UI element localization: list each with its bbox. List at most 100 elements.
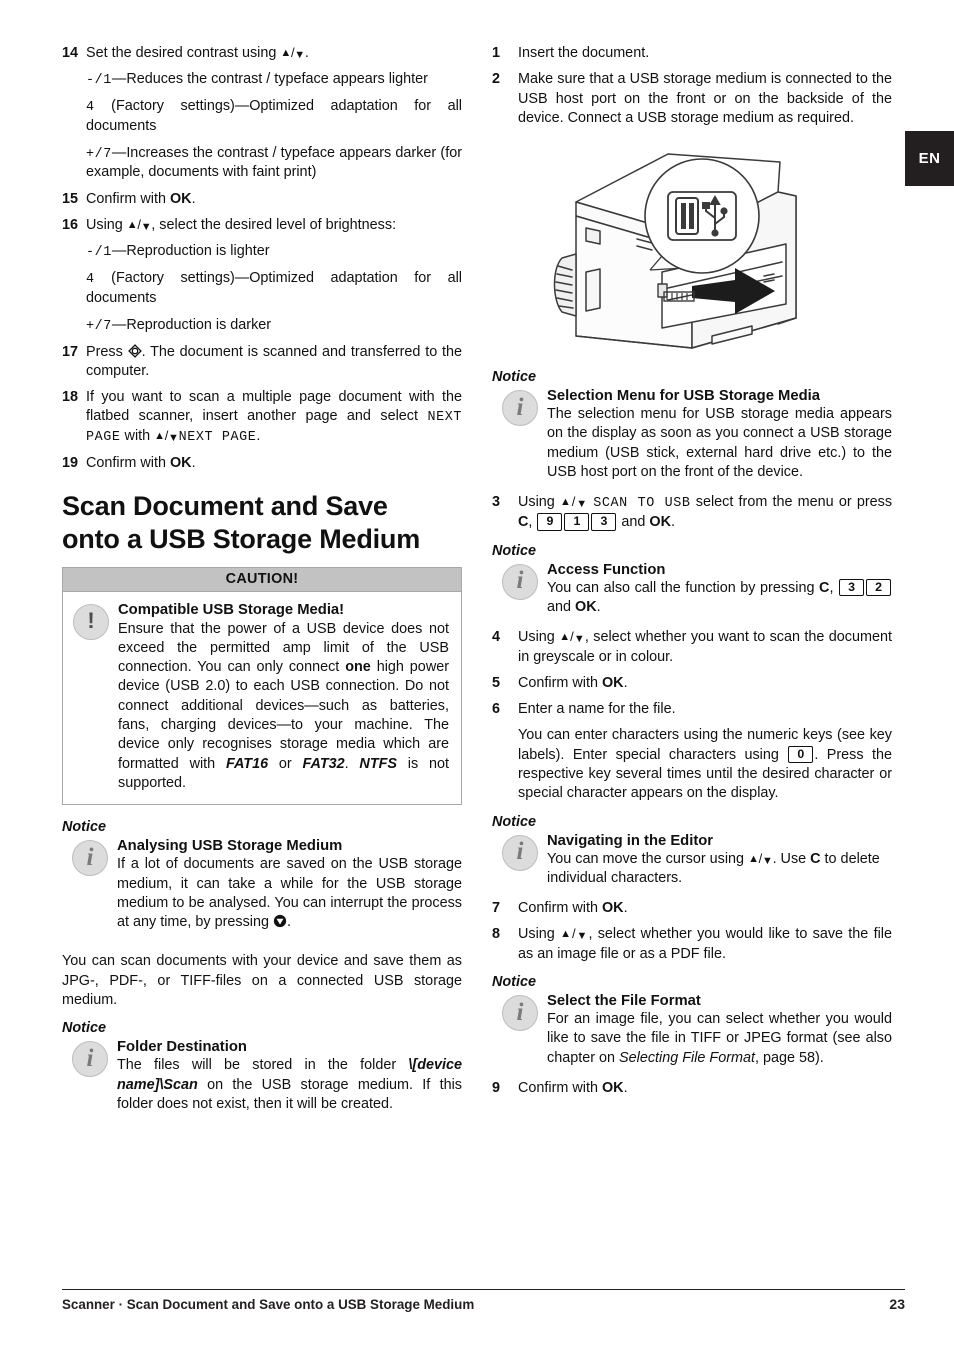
step-2: 2 Make sure that a USB storage medium is…	[492, 70, 892, 128]
step-number: 6	[492, 701, 501, 718]
notice-label: Notice	[492, 369, 536, 386]
warning-icon: !	[73, 603, 109, 640]
step-text-mid: select from the menu or press	[690, 494, 893, 511]
step-text: Press . The document is scanned and tran…	[86, 343, 462, 382]
caution-header: CAUTION!	[62, 566, 462, 591]
step-text-pre: Using	[86, 217, 127, 234]
notice-text-post: .	[596, 598, 601, 615]
page-title-line-2: onto a USB Storage Medium	[62, 524, 421, 555]
step-text-pre: Using	[518, 494, 560, 511]
step-text-pre: Confirm with	[86, 455, 170, 472]
up-down-arrow-icon: ▲/▼	[560, 926, 589, 943]
step-1: 1 Insert the document.	[492, 44, 892, 63]
notice-text: If a lot of documents are saved on the U…	[117, 855, 462, 932]
printer-usb-host-port-diagram	[492, 140, 892, 355]
lcd-value: +/7	[86, 146, 112, 162]
c-button-label: C	[810, 850, 821, 867]
page-footer: Scanner · Scan Document and Save onto a …	[62, 1289, 905, 1312]
info-icon: i	[502, 390, 538, 427]
caution-body: ! Compatible USB Storage Media! Ensure t…	[62, 590, 462, 806]
step-text-post: . The document is scanned and transferre…	[86, 343, 462, 379]
step-text: Insert the document.	[518, 45, 650, 61]
step-text-post: .	[623, 674, 628, 691]
notice-select-file-format: Notice i Select the File Format For an i…	[492, 974, 892, 1068]
option-text: (Factory settings)—Optimized adaptation …	[86, 98, 462, 135]
step-number: 7	[492, 900, 501, 917]
step-text-pre: Set the desired contrast using	[86, 45, 281, 61]
step-text: Set the desired contrast using ▲/▼.	[86, 44, 462, 63]
step-text-post: .	[671, 514, 676, 531]
up-down-arrow-icon: ▲/▼	[559, 629, 585, 646]
notice-content: Folder Destination The files will be sto…	[117, 1039, 462, 1114]
info-glyph: i	[516, 567, 524, 595]
notice-text: You can move the cursor using ▲/▼. Use C…	[547, 850, 892, 889]
step-15: 15 Confirm with OK.	[62, 190, 462, 209]
lcd-value: +/7	[86, 318, 112, 334]
step-text: Confirm with OK.	[518, 1079, 892, 1098]
paragraph-entering-characters: You can enter characters using the numer…	[518, 726, 892, 803]
notice-label: Notice	[492, 974, 536, 991]
step-text: Enter a name for the file.	[518, 701, 676, 718]
language-tab-label: EN	[918, 150, 941, 167]
step-4: 4 Using ▲/▼, select whether you want to …	[492, 628, 892, 667]
notice-text-tail: .	[286, 914, 291, 931]
step-number: 16	[62, 217, 79, 234]
step-6: 6 Enter a name for the file.	[492, 700, 892, 719]
printer-illustration-svg	[553, 153, 797, 349]
up-down-arrow-icon: ▲/▼	[126, 217, 152, 234]
notice-text-1: The files will be stored in the folder	[117, 1057, 409, 1074]
notice-text-mid: . Use	[772, 850, 811, 867]
notice-content: Selection Menu for USB Storage Media The…	[547, 388, 892, 482]
notice-text-pre: You can move the cursor using	[547, 850, 749, 867]
brightness-option-1: -/1—Reproduction is lighter	[86, 242, 462, 262]
page-title-line-1: Scan Document and Save	[62, 490, 388, 521]
ok-button-label: OK	[601, 900, 624, 917]
info-glyph: i	[516, 393, 524, 421]
notice-label: Notice	[492, 542, 536, 559]
notice-inner: i Folder Destination The files will be s…	[62, 1039, 462, 1114]
step-text-pre: Press	[86, 343, 128, 360]
step-text: Make sure that a USB storage medium is c…	[518, 71, 892, 126]
step-text-mid: with	[120, 428, 155, 445]
step-text: Confirm with OK.	[86, 454, 462, 473]
notice-title: Navigating in the Editor	[547, 832, 714, 849]
info-glyph: i	[516, 998, 524, 1026]
c-button-label: C	[819, 579, 830, 596]
up-down-arrow-icon: ▲/▼	[559, 494, 589, 511]
step-text-post: .	[191, 455, 196, 472]
notice-inner: i Select the File Format For an image fi…	[492, 993, 892, 1068]
lcd-value: 4	[86, 272, 95, 288]
lcd-next-page-2: NEXT PAGE	[178, 430, 257, 446]
info-glyph: i	[86, 1044, 94, 1072]
info-icon: i	[72, 840, 108, 877]
step-text: Confirm with OK.	[518, 899, 892, 918]
paragraph-scan-save: You can scan documents with your device …	[62, 953, 462, 1008]
page-number: 23	[889, 1296, 905, 1312]
step-9: 9 Confirm with OK.	[492, 1079, 892, 1098]
option-text: —Reproduction is darker	[111, 316, 272, 333]
notice-text: The files will be stored in the folder \…	[117, 1056, 462, 1114]
left-column: 14 Set the desired contrast using ▲/▼. -…	[62, 44, 462, 1125]
notice-inner: i Selection Menu for USB Storage Media T…	[492, 388, 892, 482]
step-text-pre: Confirm with	[518, 674, 602, 691]
step-text: Using ▲/▼ SCAN TO USB select from the me…	[518, 493, 892, 532]
step-19: 19 Confirm with OK.	[62, 454, 462, 473]
lcd-value: -/1	[86, 73, 112, 89]
step-number: 3	[492, 494, 501, 511]
info-icon: i	[72, 1041, 108, 1078]
notice-inner: i Access Function You can also call the …	[492, 562, 892, 618]
up-down-arrow-icon: ▲/▼	[154, 428, 179, 445]
manual-page: EN 14 Set the desired contrast using ▲/▼…	[0, 0, 954, 1350]
step-text-post: .	[191, 190, 196, 207]
notice-inner: i Analysing USB Storage Medium If a lot …	[62, 838, 462, 932]
usb-port-callout	[644, 158, 760, 274]
notice-text-comma: ,	[829, 579, 839, 596]
step-text-pre: Using	[518, 926, 561, 943]
ok-button-label: OK	[601, 1079, 624, 1096]
notice-selection-menu: Notice i Selection Menu for USB Storage …	[492, 369, 892, 482]
notice-title: Access Function	[547, 561, 666, 578]
info-glyph: i	[86, 843, 94, 871]
step-text-pre: If you want to scan a multiple page docu…	[86, 389, 462, 425]
step-number: 8	[492, 926, 501, 943]
notice-title: Select the File Format	[547, 993, 701, 1010]
